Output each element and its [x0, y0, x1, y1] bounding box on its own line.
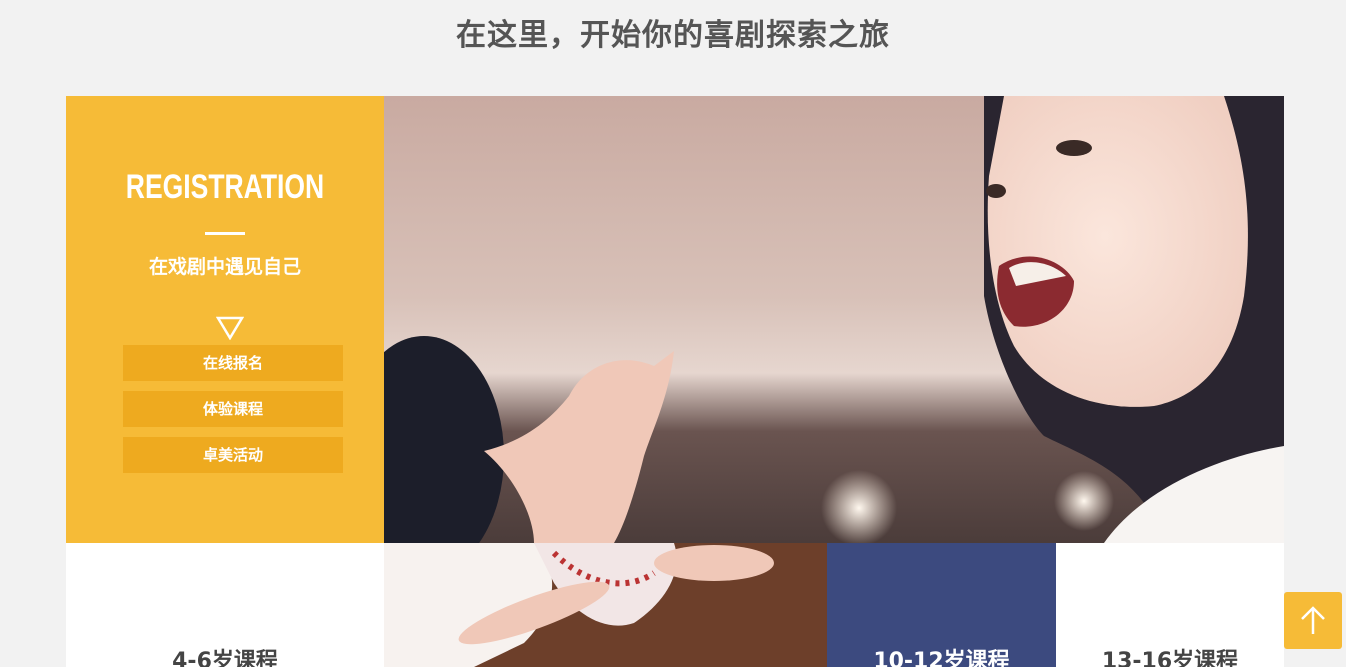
scroll-top-button[interactable] — [1284, 592, 1342, 649]
events-button[interactable]: 卓美活动 — [123, 437, 343, 473]
title-divider — [205, 232, 245, 235]
registration-title: REGISTRATION — [125, 168, 325, 206]
course-tile-10-12[interactable]: 10-12岁课程 — [827, 543, 1056, 667]
trial-class-button[interactable]: 体验课程 — [123, 391, 343, 427]
triangle-down-icon — [216, 316, 244, 340]
course-tile-13-16[interactable]: 13-16岁课程 — [1056, 543, 1284, 667]
course-photo — [384, 543, 827, 667]
online-signup-button[interactable]: 在线报名 — [123, 345, 343, 381]
hero-photo — [384, 96, 1284, 543]
registration-subtitle: 在戏剧中遇见自己 — [148, 256, 301, 278]
course-photo-illustration — [384, 543, 827, 667]
arrow-up-icon — [1301, 606, 1325, 634]
registration-panel: REGISTRATION 在戏剧中遇见自己 在线报名 体验课程 卓美活动 — [66, 96, 384, 543]
course-tile-4-6[interactable]: 4-6岁课程 — [66, 543, 384, 667]
hero-photo-illustration — [384, 96, 1284, 543]
course-label-4-6: 4-6岁课程 — [172, 649, 278, 667]
course-label-13-16: 13-16岁课程 — [1101, 649, 1239, 667]
page-title: 在这里，开始你的喜剧探索之旅 — [456, 18, 890, 53]
course-label-10-12: 10-12岁课程 — [873, 649, 1010, 667]
